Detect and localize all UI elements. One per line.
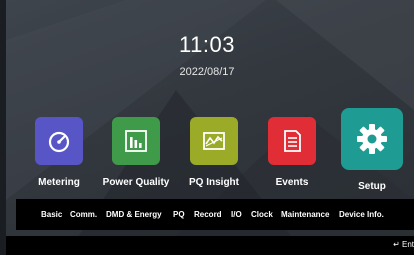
menu-item-pq[interactable]: PQ — [173, 210, 185, 219]
document-icon — [284, 130, 301, 152]
enter-hint[interactable]: ↵ Ent — [393, 240, 414, 249]
clock-date: 2022/08/17 — [179, 66, 235, 78]
setup-button[interactable] — [341, 108, 403, 170]
menu-item-basic[interactable]: Basic — [41, 210, 62, 219]
menu-item-io[interactable]: I/O — [231, 210, 242, 219]
gauge-icon — [48, 131, 70, 153]
events-label: Events — [275, 177, 309, 188]
footer-bar — [6, 236, 414, 255]
menu-item-dmd-energy[interactable]: DMD & Energy — [106, 210, 162, 219]
menu-item-comm[interactable]: Comm. — [70, 210, 97, 219]
setup-label: Setup — [358, 181, 386, 192]
pq-insight-button[interactable] — [190, 117, 238, 165]
metering-label: Metering — [38, 177, 80, 188]
pq-insight-label: PQ Insight — [189, 177, 239, 188]
gear-icon — [357, 124, 387, 154]
power-quality-label: Power Quality — [102, 177, 170, 188]
bar-chart-icon — [125, 130, 147, 152]
clock-time: 11:03 — [179, 32, 235, 57]
power-quality-button[interactable] — [112, 117, 160, 165]
metering-button[interactable] — [35, 117, 83, 165]
events-button[interactable] — [268, 117, 316, 165]
waveform-icon — [203, 132, 225, 150]
menu-item-maintenance[interactable]: Maintenance — [281, 210, 329, 219]
menu-item-clock[interactable]: Clock — [251, 210, 273, 219]
menu-item-record[interactable]: Record — [194, 210, 222, 219]
menu-item-device-info[interactable]: Device Info. — [339, 210, 384, 219]
